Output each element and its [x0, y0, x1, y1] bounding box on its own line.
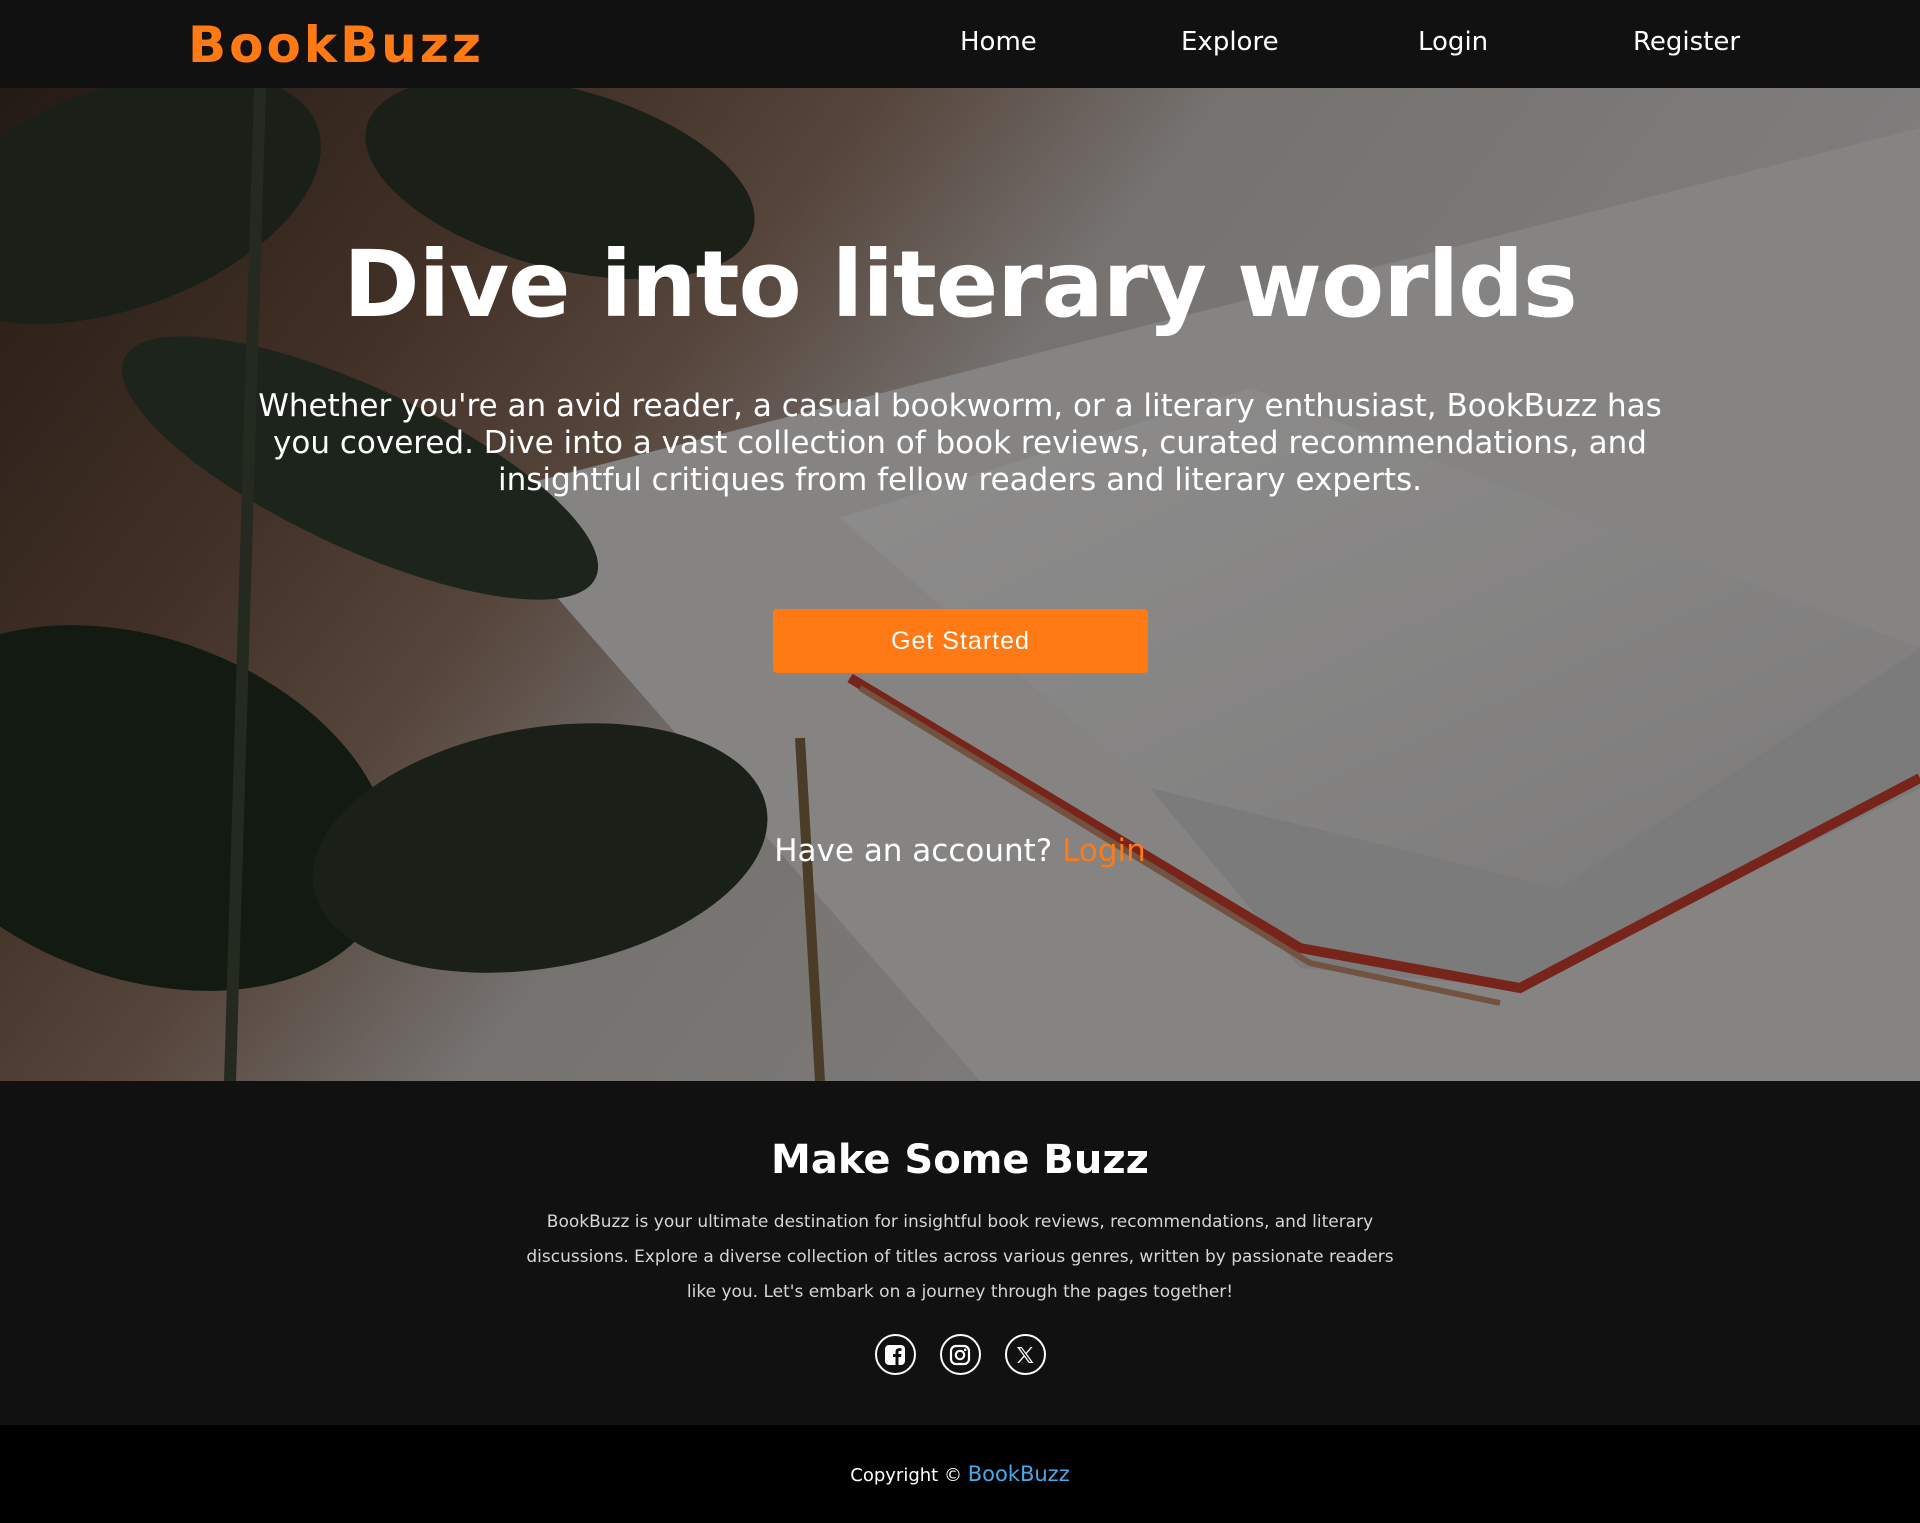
nav-links: Home Explore Login Register — [0, 0, 1920, 88]
nav-link-explore[interactable]: Explore — [1181, 27, 1279, 57]
social-links — [0, 1334, 1920, 1375]
x-icon[interactable] — [1004, 1334, 1046, 1375]
copyright: Copyright © BookBuzz — [0, 1462, 1920, 1486]
account-prompt-text: Have an account? — [774, 833, 1053, 869]
hero-title: Dive into literary worlds — [343, 231, 1578, 338]
copyright-label: Copyright © — [850, 1465, 962, 1486]
hero-description: Whether you're an avid reader, a casual … — [258, 388, 1662, 498]
about-section: Make Some Buzz BookBuzz is your ultimate… — [0, 1081, 1920, 1425]
nav-link-register[interactable]: Register — [1633, 27, 1740, 57]
navbar: BookBuzz Home Explore Login Register — [0, 0, 1920, 88]
hero-login-link[interactable]: Login — [1062, 833, 1146, 869]
hero-section: Dive into literary worlds Whether you're… — [0, 88, 1920, 1081]
about-title: Make Some Buzz — [771, 1137, 1149, 1183]
instagram-icon[interactable] — [939, 1334, 981, 1375]
facebook-icon[interactable] — [874, 1334, 916, 1375]
footer: Copyright © BookBuzz — [0, 1425, 1920, 1523]
copyright-owner-link[interactable]: BookBuzz — [968, 1462, 1070, 1486]
get-started-button[interactable]: Get Started — [773, 609, 1148, 673]
nav-link-login[interactable]: Login — [1418, 27, 1488, 57]
nav-link-home[interactable]: Home — [960, 27, 1037, 57]
about-text: BookBuzz is your ultimate destination fo… — [526, 1212, 1394, 1302]
account-prompt: Have an account? Login — [0, 833, 1920, 869]
